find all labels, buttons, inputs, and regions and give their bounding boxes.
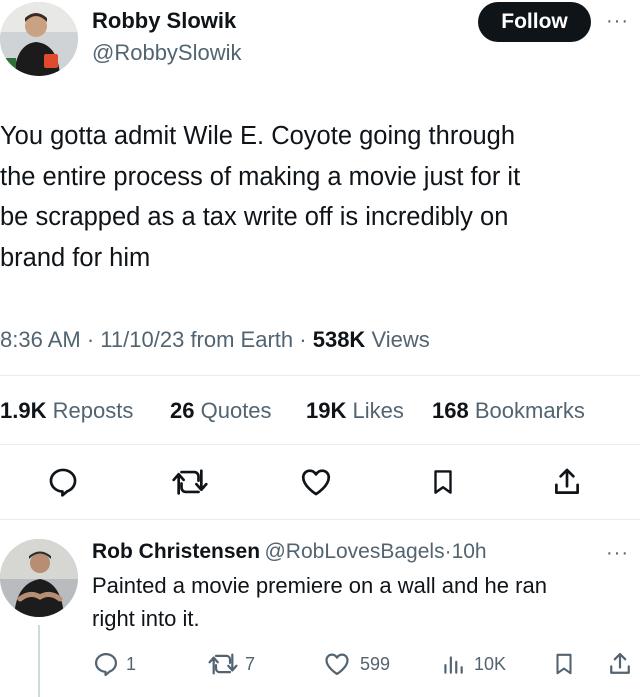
tweet-text-line: brand for him [0,243,151,272]
quotes-stat[interactable]: 26 Quotes [170,398,272,424]
reply-author-avatar[interactable] [0,539,78,617]
reply-bookmark-icon[interactable] [551,650,577,678]
reply-separator: · [444,540,452,563]
bookmark-icon[interactable] [428,465,458,499]
tweet-date[interactable]: 11/10/23 [100,327,184,352]
author-avatar[interactable] [0,2,78,76]
tweet-text-line: be scrapped as a tax write off is incred… [0,203,509,231]
divider [0,375,640,376]
tweet-text: You gotta admit Wile E. Coyote going thr… [0,116,630,278]
reposts-stat[interactable]: 1.9K Reposts [0,398,133,424]
reply-reply-icon[interactable] [92,650,120,678]
likes-stat[interactable]: 19K Likes [306,398,404,424]
meta-separator: · [299,327,307,352]
reply-header: Rob Christensen @RobLovesBagels·10h [92,540,487,564]
reply-icon[interactable] [46,465,80,499]
reposts-label: Reposts [52,398,134,423]
reply-author-name[interactable]: Rob Christensen [92,540,260,563]
reply-share-icon[interactable] [606,650,634,678]
thread-line [38,625,40,697]
reposts-count: 1.9K [0,398,47,423]
reply-text-line: right into it. [92,606,200,631]
reply-text-line: Painted a movie premiere on a wall and h… [92,573,547,598]
reply-views-count: 10K [474,654,507,674]
reply-repost-icon[interactable] [206,650,240,678]
reply-text: Painted a movie premiere on a wall and h… [92,569,632,635]
author-handle[interactable]: @RobbySlowik [92,40,242,66]
quotes-label: Quotes [200,398,272,423]
reply-views-icon[interactable] [440,650,466,678]
reply-replies-count: 1 [126,654,137,674]
follow-button[interactable]: Follow [478,2,591,42]
views-label: Views [371,327,430,352]
reply-likes-count: 599 [360,654,391,674]
likes-label: Likes [352,398,404,423]
bookmarks-count: 168 [432,398,469,423]
meta-separator: · [86,327,95,352]
tweet-source: from Earth [190,327,294,352]
views-count: 538K [312,327,366,352]
bookmarks-label: Bookmarks [474,398,585,423]
more-options-icon[interactable]: ··· [606,10,629,33]
tweet-meta: 8:36 AM · 11/10/23 from Earth · 538K Vie… [0,327,430,353]
reply-author-handle[interactable]: @RobLovesBagels [264,540,444,563]
tweet-time[interactable]: 8:36 AM [0,327,81,352]
reply-reposts-count: 7 [245,654,256,674]
reply-like-icon[interactable] [322,650,352,678]
likes-count: 19K [306,398,347,423]
quotes-count: 26 [170,398,195,423]
author-name[interactable]: Robby Slowik [92,8,236,34]
repost-icon[interactable] [170,465,210,499]
reply-age[interactable]: 10h [452,540,487,563]
tweet-text-line: the entire process of making a movie jus… [0,162,521,191]
share-icon[interactable] [550,465,584,499]
bookmarks-stat[interactable]: 168 Bookmarks [432,398,585,424]
divider [0,444,640,445]
tweet-text-line: You gotta admit Wile E. Coyote going thr… [0,122,516,150]
divider [0,519,640,520]
like-icon[interactable] [298,465,334,499]
reply-more-options-icon[interactable]: ··· [606,542,629,565]
